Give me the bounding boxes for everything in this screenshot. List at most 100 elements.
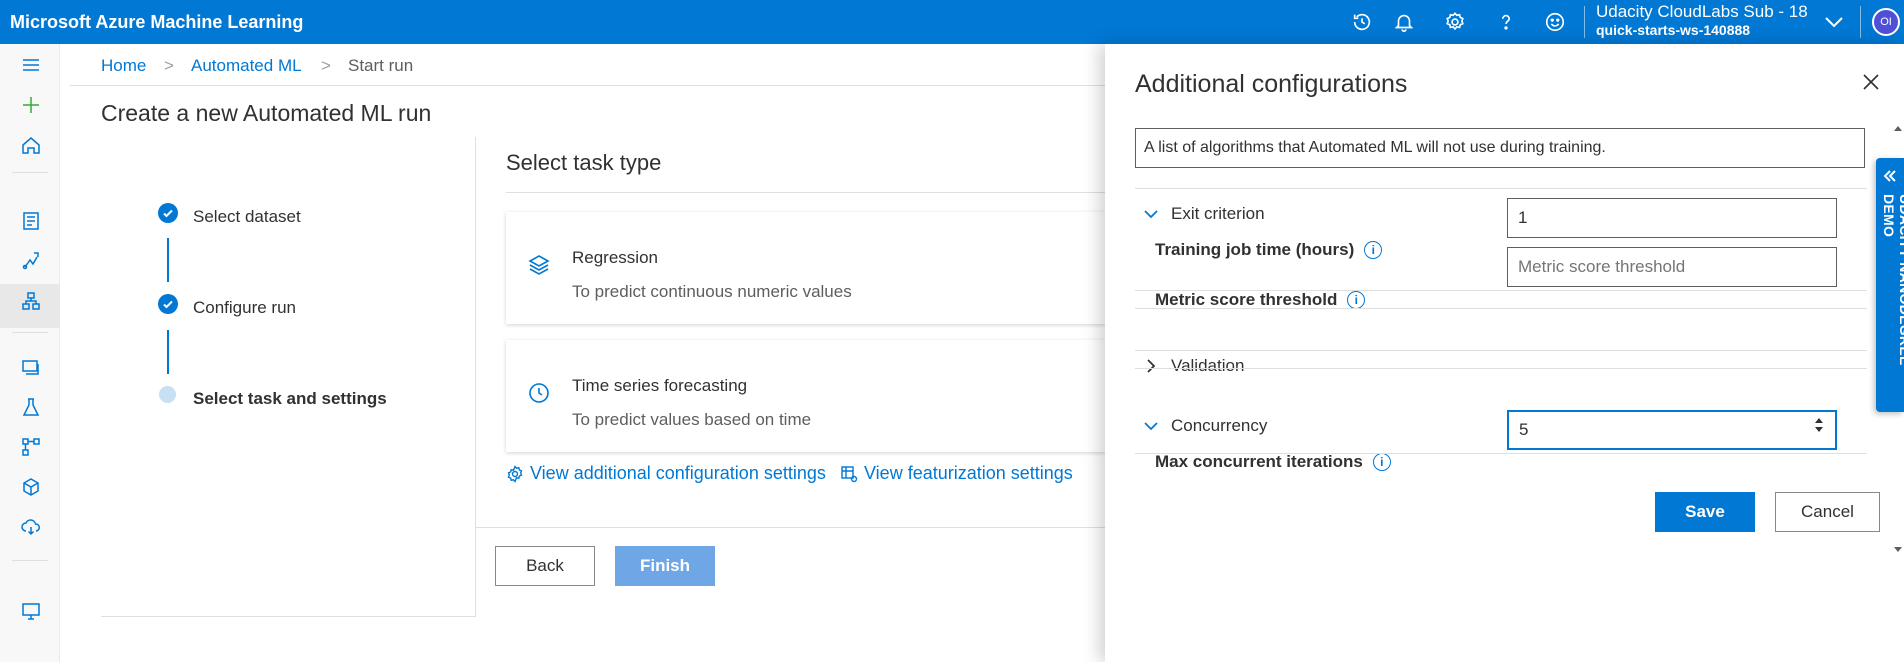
workspace-name: quick-starts-ws-140888 [1596, 22, 1751, 38]
max-concurrent-input[interactable] [1507, 410, 1837, 450]
divider [1584, 6, 1585, 38]
max-concurrent-label: Max concurrent iterations i [1155, 452, 1391, 472]
section-label: Validation [1171, 356, 1245, 375]
breadcrumb-home[interactable]: Home [101, 56, 146, 76]
view-additional-config-link[interactable]: View additional configuration settings [506, 463, 826, 484]
task-card-time-series[interactable]: Time series forecasting To predict value… [506, 340, 1106, 452]
smiley-icon[interactable] [1543, 10, 1567, 34]
step-current-icon [159, 386, 176, 403]
training-time-label: Training job time (hours) i [1155, 240, 1383, 260]
top-bar: Microsoft Azure Machine Learning Udacity… [0, 0, 1904, 44]
additional-config-panel: Additional configurations A list of algo… [1105, 44, 1904, 662]
gear-icon [507, 464, 523, 483]
help-icon[interactable] [1494, 10, 1518, 34]
breadcrumb-current: Start run [348, 56, 414, 75]
card-title: Time series forecasting [572, 376, 748, 395]
divider [1135, 368, 1867, 369]
divider [12, 560, 48, 561]
metric-threshold-input[interactable] [1507, 247, 1837, 287]
metric-threshold-label: Metric score threshold i [1155, 290, 1366, 310]
step-select-dataset[interactable]: Select dataset [193, 207, 301, 227]
task-card-regression[interactable]: Regression To predict continuous numeric… [506, 212, 1106, 324]
divider [70, 85, 1110, 86]
double-chevron-left-icon [1883, 170, 1896, 182]
chevron-down-icon [1144, 422, 1158, 431]
breadcrumb-automl[interactable]: Automated ML [191, 56, 302, 76]
spin-buttons-icon[interactable] [1809, 410, 1829, 440]
divider [12, 172, 48, 173]
divider [1135, 453, 1867, 454]
models-icon[interactable] [18, 474, 44, 500]
plus-icon[interactable] [18, 92, 44, 118]
label-text: Training job time (hours) [1155, 240, 1355, 259]
link-label: View featurization settings [864, 463, 1073, 483]
divider [506, 192, 1106, 193]
compute-icon[interactable] [18, 598, 44, 624]
cancel-button[interactable]: Cancel [1775, 492, 1880, 532]
divider [1135, 308, 1867, 309]
bell-icon[interactable] [1392, 10, 1416, 34]
divider [476, 527, 1106, 528]
link-label: View additional configuration settings [530, 463, 826, 483]
designer-icon[interactable] [18, 288, 44, 314]
card-description: To predict values based on time [572, 410, 812, 429]
udacity-side-tab[interactable]: UDACITY NANODEGREE DEMO [1876, 158, 1904, 412]
step-complete-icon [158, 203, 178, 223]
gear-icon[interactable] [1443, 10, 1467, 34]
chevron-right-icon [1147, 359, 1156, 373]
page-title: Create a new Automated ML run [101, 100, 432, 126]
validation-header[interactable]: Validation [1143, 356, 1244, 376]
divider [1135, 350, 1867, 351]
app-title[interactable]: Microsoft Azure Machine Learning [10, 12, 303, 33]
task-section-title: Select task type [506, 150, 662, 175]
concurrency-header[interactable]: Concurrency [1143, 416, 1267, 436]
side-tab-label: UDACITY NANODEGREE DEMO [1881, 194, 1904, 366]
home-icon[interactable] [18, 132, 44, 158]
card-description: To predict continuous numeric values [572, 282, 852, 301]
label-text: Max concurrent iterations [1155, 452, 1363, 471]
section-label: Concurrency [1171, 416, 1268, 435]
finish-button[interactable]: Finish [615, 546, 715, 586]
divider [1135, 188, 1867, 189]
step-configure-run[interactable]: Configure run [193, 298, 296, 318]
back-button[interactable]: Back [495, 546, 595, 586]
subscription-name: Udacity CloudLabs Sub - 18 [1596, 2, 1808, 21]
step-connector [167, 330, 169, 374]
save-button[interactable]: Save [1655, 492, 1755, 532]
clock-icon [529, 383, 549, 403]
pipelines-icon[interactable] [18, 434, 44, 460]
training-time-input[interactable] [1507, 198, 1837, 238]
panel-title: Additional configurations [1135, 70, 1408, 98]
info-icon[interactable]: i [1372, 453, 1391, 471]
account-switcher[interactable]: Udacity CloudLabs Sub - 18 quick-starts-… [1596, 3, 1808, 39]
chevron-down-icon [1144, 210, 1158, 219]
chevron-down-icon[interactable] [1822, 12, 1846, 32]
datasets-icon[interactable] [18, 354, 44, 380]
table-settings-icon [841, 465, 858, 482]
info-icon[interactable]: i [1347, 291, 1366, 309]
avatar[interactable]: OI [1872, 8, 1900, 36]
left-nav [0, 44, 60, 662]
hamburger-icon[interactable] [18, 52, 44, 78]
breadcrumb-separator: > [321, 56, 331, 75]
automl-icon[interactable] [18, 248, 44, 274]
divider [1135, 290, 1867, 291]
experiments-icon[interactable] [18, 394, 44, 420]
blocked-algorithms-description: A list of algorithms that Automated ML w… [1135, 128, 1865, 168]
section-label: Exit criterion [1171, 204, 1265, 223]
history-icon[interactable] [1350, 10, 1374, 34]
divider [1860, 6, 1861, 38]
divider [12, 332, 48, 333]
label-text: Metric score threshold [1155, 290, 1338, 309]
view-featurization-link[interactable]: View featurization settings [840, 463, 1073, 484]
breadcrumb-separator: > [164, 56, 174, 75]
layers-icon [528, 255, 550, 275]
step-connector [167, 238, 169, 282]
close-icon[interactable] [1859, 70, 1883, 94]
info-icon[interactable]: i [1364, 241, 1383, 259]
step-select-task[interactable]: Select task and settings [193, 389, 387, 409]
card-title: Regression [572, 248, 658, 267]
notebook-icon[interactable] [18, 208, 44, 234]
endpoints-icon[interactable] [18, 514, 44, 540]
exit-criterion-header[interactable]: Exit criterion [1143, 204, 1265, 224]
